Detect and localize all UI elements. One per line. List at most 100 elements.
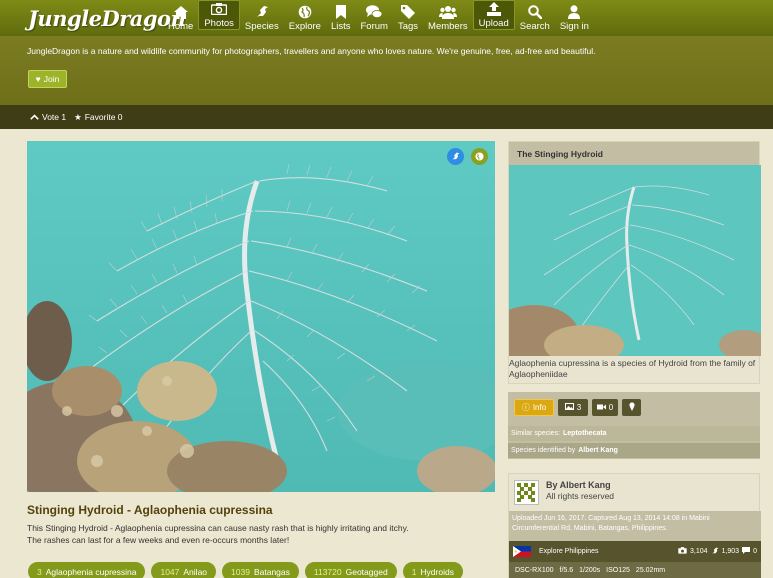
philippines-flag-icon	[513, 546, 531, 557]
photo-description-line-2: The rashes can last for a few weeks and …	[27, 535, 290, 545]
hydroid-photo	[27, 141, 495, 492]
favorite-button[interactable]: ★ Favorite 0	[74, 112, 122, 123]
nav-tags[interactable]: Tags	[393, 1, 423, 35]
tag-label: Aglaophenia cupressina	[45, 566, 137, 577]
avatar[interactable]	[514, 480, 539, 505]
geo-badge-icon[interactable]	[471, 148, 488, 165]
tag-label: Batangas	[253, 566, 290, 577]
similar-label: Similar species:	[511, 430, 561, 437]
nav-upload[interactable]: Upload	[472, 0, 515, 30]
species-badge-icon[interactable]	[447, 148, 464, 165]
photo-description-line-1: This Stinging Hydroid - Aglaophenia cupr…	[27, 523, 409, 533]
star-icon: ★	[74, 111, 82, 122]
heart-icon: ♥	[35, 74, 41, 84]
species-thumbnail[interactable]	[509, 165, 761, 356]
nav-signin-label: Sign in	[559, 21, 589, 32]
nav-species-label: Species	[244, 21, 279, 32]
aperture: f/5.6	[559, 567, 574, 574]
species-action-buttons: ⓘ Info 3 0	[514, 399, 641, 416]
info-label: Info	[532, 403, 547, 412]
comments-count: 0	[753, 548, 757, 555]
nav-members-label: Members	[428, 21, 468, 32]
likes-count: 1,903	[721, 548, 740, 555]
camera-icon	[678, 547, 687, 556]
nav-photos[interactable]: Photos	[198, 0, 240, 30]
nav-photos-label: Photos	[204, 18, 234, 29]
nav-signin[interactable]: Sign in	[555, 1, 594, 35]
join-button[interactable]: ♥ Join	[28, 70, 67, 88]
bird-icon	[711, 547, 719, 557]
author-name[interactable]: By Albert Kang	[546, 480, 611, 490]
nav-search-label: Search	[519, 21, 550, 32]
info-button[interactable]: ⓘ Info	[514, 399, 554, 416]
vote-button[interactable]: Vote 1	[30, 112, 66, 122]
users-icon	[438, 4, 457, 20]
nav-explore-label: Explore	[288, 21, 321, 32]
tag-chip[interactable]: 3 Aglaophenia cupressina	[28, 562, 146, 578]
favorite-label: Favorite 0	[84, 112, 123, 122]
tag-label: Anilao	[183, 566, 208, 577]
upload-meta: Uploaded Jun 16, 2017. Captured Aug 13, …	[509, 511, 761, 541]
top-nav: JungleDragon Home Photos Species Explore	[0, 0, 773, 36]
intro-banner: JungleDragon is a nature and wildlife co…	[0, 36, 773, 105]
tag-count: 1039	[231, 566, 250, 577]
tag-chip[interactable]: 113720 Geotagged	[304, 562, 397, 578]
nav-home[interactable]: Home	[163, 1, 198, 35]
join-label: Join	[43, 74, 60, 84]
site-logo[interactable]: JungleDragon	[28, 6, 186, 31]
iso: ISO125	[606, 567, 630, 574]
species-card-title[interactable]: The Stinging Hydroid	[509, 142, 759, 165]
focal-length: 25.02mm	[635, 567, 666, 574]
intro-text: JungleDragon is a nature and wildlife co…	[27, 46, 596, 56]
tag-icon	[400, 4, 415, 20]
videos-button[interactable]: 0	[592, 399, 618, 416]
views-count: 3,104	[690, 548, 708, 555]
tag-count: 1047	[160, 566, 180, 577]
nav-forum[interactable]: Forum	[356, 1, 393, 35]
nav-forum-label: Forum	[360, 21, 388, 32]
photo-stats: 3,104 1,903 0	[678, 547, 757, 557]
comment-icon	[742, 547, 751, 556]
image-icon	[564, 403, 574, 412]
vote-label: Vote 1	[42, 112, 67, 122]
nav-search[interactable]: Search	[515, 1, 555, 35]
camera-model: DSC-RX100	[515, 567, 554, 574]
info-icon: ⓘ	[521, 403, 530, 412]
photo-title: Stinging Hydroid - Aglaophenia cupressin…	[27, 503, 273, 517]
camera-icon	[211, 1, 228, 17]
chat-icon	[366, 4, 383, 20]
tag-label: Hydroids	[420, 566, 454, 577]
nav-lists[interactable]: Lists	[326, 1, 356, 35]
nav-upload-label: Upload	[478, 18, 509, 29]
tag-chip[interactable]: 1047 Anilao	[151, 562, 217, 578]
similar-species: Similar species: Leptothecata	[508, 426, 760, 441]
map-button[interactable]	[622, 399, 641, 416]
photo-description: This Stinging Hydroid - Aglaophenia cupr…	[27, 522, 497, 546]
tag-chip[interactable]: 1039 Batangas	[222, 562, 299, 578]
tag-count: 1	[411, 566, 417, 577]
similar-value[interactable]: Leptothecata	[563, 430, 607, 437]
video-icon	[596, 403, 606, 412]
species-card: The Stinging Hydroid Aglaophenia cupress…	[508, 141, 761, 384]
user-icon	[568, 4, 581, 20]
identified-value[interactable]: Albert Kang	[578, 447, 618, 454]
nav-species[interactable]: Species	[240, 1, 284, 35]
photos-count: 3	[576, 403, 582, 412]
main-photo[interactable]	[27, 141, 495, 492]
nav-home-label: Home	[168, 21, 194, 32]
bird-icon	[255, 4, 269, 20]
species-thumbnail-image	[509, 165, 761, 356]
nav-members[interactable]: Members	[423, 1, 473, 35]
tag-label: Geotagged	[345, 566, 388, 577]
globe-icon	[298, 4, 312, 20]
identified-label: Species identified by	[511, 447, 576, 454]
exif-bar: DSC-RX100 f/5.6 1/200s ISO125 25.02mm	[509, 562, 761, 578]
photos-button[interactable]: 3	[558, 399, 588, 416]
search-icon	[527, 4, 542, 20]
nav-explore[interactable]: Explore	[284, 1, 326, 35]
species-actions: ⓘ Info 3 0 Similar species: Leptothecata…	[508, 392, 760, 459]
map-pin-icon	[628, 402, 635, 413]
explore-country-bar[interactable]: Explore Philippines 3,104 1,903 0	[509, 541, 761, 562]
copyright-text: All rights reserved	[546, 491, 615, 501]
tag-chip[interactable]: 1 Hydroids	[402, 562, 463, 578]
